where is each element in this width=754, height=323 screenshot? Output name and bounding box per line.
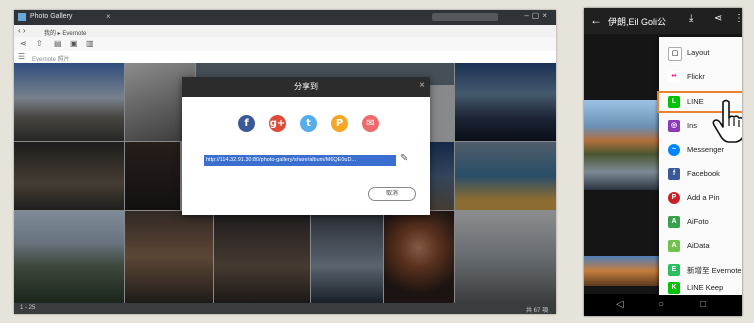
share-option-aifoto[interactable]: A AiFoto [659, 211, 742, 234]
share-option-label: AiData [687, 241, 710, 250]
folder-label: Evernote 照片 [32, 57, 70, 63]
browser-title-bar: Photo Gallery × –▢× [14, 10, 556, 25]
delete-icon[interactable]: ▥ [86, 39, 94, 48]
twitter-icon[interactable]: t [300, 115, 317, 132]
photo-preview [584, 100, 664, 190]
close-icon[interactable]: × [419, 80, 425, 91]
app-icon [18, 13, 26, 21]
recents-nav-icon[interactable]: □ [700, 299, 706, 310]
share-option-pinterest[interactable]: P Add a Pin [659, 187, 742, 210]
share-option-label: Ins [687, 121, 698, 130]
line-keep-icon: K [668, 282, 680, 294]
flickr-icon: •• [668, 71, 680, 83]
aidata-icon: A [668, 240, 680, 252]
back-nav-icon[interactable]: ◁ [616, 299, 624, 310]
slideshow-icon[interactable]: ▤ [54, 39, 62, 48]
close-tab-icon[interactable]: × [106, 12, 111, 21]
google-plus-icon[interactable]: g+ [269, 115, 286, 132]
facebook-icon: f [668, 168, 680, 180]
pinterest-icon: P [668, 192, 680, 204]
share-option-aidata[interactable]: A AiData [659, 235, 742, 258]
plurk-icon[interactable]: P [331, 115, 348, 132]
item-count: 共 67 項 [525, 308, 548, 314]
share-option-label: 新增至 Evernote [687, 266, 742, 275]
share-option-label: AiFoto [687, 217, 709, 226]
menu-icon[interactable]: ☰ [18, 52, 25, 61]
instagram-icon: ◎ [668, 120, 680, 132]
share-option-label: Layout [687, 48, 710, 57]
share-icon[interactable]: ⋖ [714, 13, 722, 24]
edit-icon[interactable]: ✎ [400, 153, 408, 164]
share-icon[interactable]: ⋖ [20, 39, 27, 48]
share-option-facebook[interactable]: f Facebook [659, 163, 742, 186]
share-menu: ▢ Layout •• Flickr L LINE ◎ Ins ~ Messen… [657, 37, 742, 295]
share-option-flickr[interactable]: •• Flickr [659, 66, 742, 89]
address-bar[interactable] [432, 13, 498, 21]
download-icon[interactable]: ⤓ [689, 13, 693, 24]
photo-title: 伊朗,Eil Goli公 [608, 17, 667, 27]
window-controls[interactable]: –▢× [524, 11, 550, 20]
share-option-label: Add a Pin [687, 193, 720, 202]
share-option-label: Facebook [687, 169, 720, 178]
share-link-row: http://114.32.91.30:80/photo-gallery/sha… [204, 153, 408, 166]
toolbar: ⋖ ⇧ ▤ ▣ ▥ [14, 37, 556, 52]
dialog-title: 分享到 [182, 77, 430, 97]
share-option-label: Messenger [687, 145, 725, 154]
back-arrow-icon[interactable]: ← [590, 13, 602, 27]
share-dialog: 分享到 × f g+ t P ✉ http://114.32.91.30:80/… [182, 77, 430, 215]
facebook-icon[interactable]: f [238, 115, 255, 132]
status-bar: 1 - 25 共 67 項 [14, 303, 556, 314]
share-option-label: LINE Keep [687, 283, 724, 292]
phone-screenshot: ← 伊朗,Eil Goli公 ⤓ ⋖ ⋮ ◁ ○ □ ▢ Layout •• F… [584, 8, 742, 316]
upload-icon[interactable]: ⇧ [36, 39, 43, 48]
more-options-icon[interactable]: ⋮ [734, 13, 742, 24]
album-icon[interactable]: ▣ [70, 39, 78, 48]
share-option-line-keep[interactable]: K LINE Keep [659, 281, 742, 295]
email-icon[interactable]: ✉ [362, 115, 379, 132]
home-nav-icon[interactable]: ○ [658, 299, 664, 310]
page-range: 1 - 25 [20, 305, 36, 311]
phone-app-bar: ← 伊朗,Eil Goli公 ⤓ ⋖ ⋮ [584, 8, 742, 34]
evernote-icon: E [668, 264, 680, 276]
share-option-evernote[interactable]: E 新增至 Evernote [659, 259, 742, 282]
share-option-label: Flickr [687, 72, 705, 81]
cancel-button[interactable]: 取消 [368, 187, 416, 201]
app-title: Photo Gallery [30, 13, 73, 20]
breadcrumb[interactable]: 我的 ▸ Evernote [44, 28, 86, 37]
aifoto-icon: A [668, 216, 680, 228]
desktop-screenshot: Photo Gallery × –▢× ‹ › 我的 ▸ Evernote ⋖ … [14, 10, 556, 314]
share-link-field[interactable]: http://114.32.91.30:80/photo-gallery/sha… [204, 155, 396, 166]
share-option-layout[interactable]: ▢ Layout [659, 42, 742, 65]
back-forward-icon[interactable]: ‹ › [18, 26, 26, 35]
hand-pointer-icon [712, 99, 742, 143]
photo-thumbnail[interactable] [584, 256, 659, 286]
layout-icon: ▢ [668, 47, 682, 61]
android-nav-bar: ◁ ○ □ [584, 294, 742, 316]
messenger-icon: ~ [668, 144, 680, 156]
